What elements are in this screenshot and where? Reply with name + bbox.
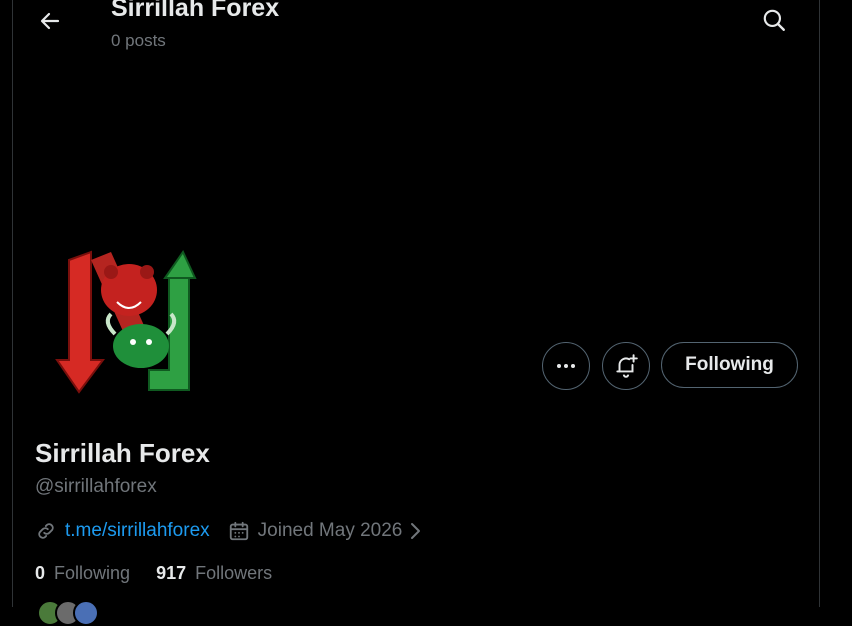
back-button[interactable] [35, 6, 65, 36]
following-link[interactable]: 0 Following [35, 563, 130, 584]
calendar-icon [229, 521, 248, 541]
link-icon [38, 523, 54, 539]
profile-handle: @sirrillahforex [35, 476, 157, 497]
avatar[interactable] [37, 230, 223, 416]
profile-meta: t.me/sirrillahforex Joined May 2026 [35, 518, 422, 544]
following-label: Following [54, 562, 131, 583]
profile-stats: 0 Following 917 Followers [35, 561, 272, 585]
more-button[interactable] [542, 342, 590, 390]
following-button[interactable]: Following [661, 342, 798, 388]
arrow-left-icon [40, 12, 60, 30]
notifications-button[interactable] [602, 342, 650, 390]
followed-by-avatars[interactable] [37, 600, 99, 626]
posts-count: 0 posts [111, 31, 166, 50]
followers-link[interactable]: 917 Followers [156, 563, 272, 584]
followers-label: Followers [195, 562, 273, 583]
search-button[interactable] [759, 5, 789, 35]
joined-details-button[interactable] [408, 521, 422, 541]
header-title: Sirrillah Forex [111, 0, 280, 22]
profile-header: Sirrillah Forex 0 posts [13, 0, 819, 60]
display-name: Sirrillah Forex [35, 438, 210, 468]
chevron-right-icon [411, 523, 421, 539]
more-dots-icon [557, 364, 575, 368]
profile-column: Sirrillah Forex 0 posts Following Sirril… [12, 0, 820, 626]
joined-date: Joined May 2026 [257, 520, 403, 541]
bell-plus-icon [616, 354, 638, 378]
logo-image [55, 249, 197, 394]
profile-link[interactable]: t.me/sirrillahforex [65, 520, 210, 542]
avatar [73, 600, 99, 626]
search-icon [763, 9, 785, 31]
following-count: 0 [35, 562, 46, 583]
followers-count: 917 [156, 562, 187, 583]
